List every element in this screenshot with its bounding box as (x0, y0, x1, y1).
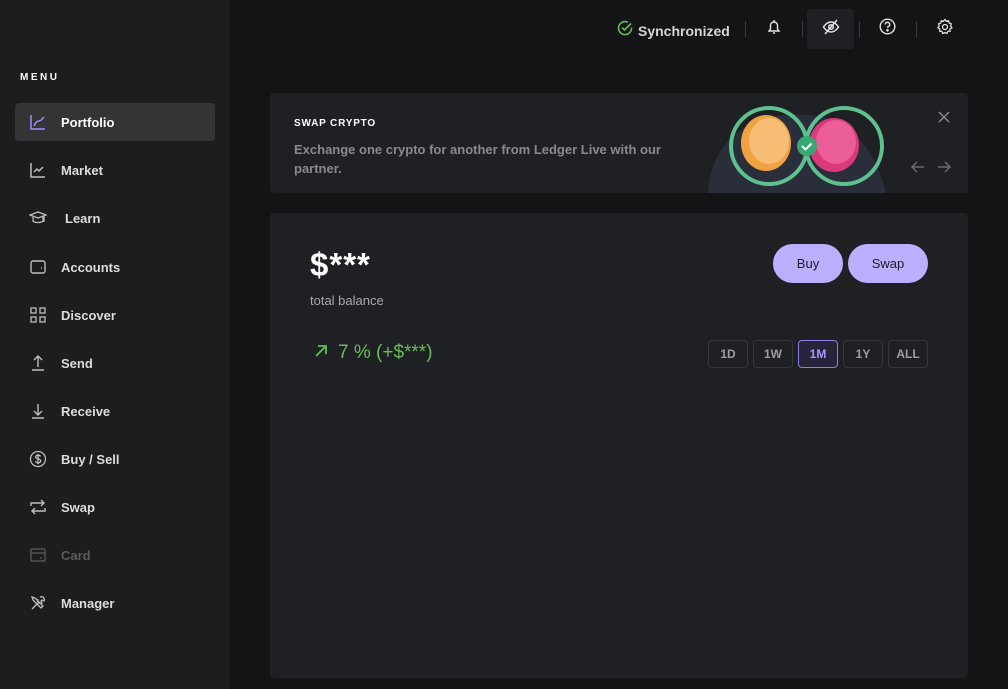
sidebar-item-label: Send (61, 355, 93, 371)
sidebar-item-label: Manager (61, 595, 115, 611)
sidebar-item-label: Portfolio (61, 114, 115, 130)
close-icon (938, 111, 950, 123)
arrow-up-right-icon (314, 342, 328, 364)
arrow-left-icon (910, 161, 924, 173)
bell-icon (766, 19, 782, 40)
grid-icon (29, 306, 47, 324)
range-1w-button[interactable]: 1W (753, 340, 793, 368)
divider (802, 21, 803, 37)
balance-change-value: 7 % (+$***) (338, 342, 433, 363)
swap-arrows-icon (29, 498, 47, 516)
banner-title: SWAP CRYPTO (294, 118, 376, 129)
sidebar-item-label: Buy / Sell (61, 451, 120, 467)
banner-next-button[interactable] (936, 160, 952, 174)
total-balance-value: $*** (310, 246, 371, 283)
wallet-icon (29, 258, 47, 276)
sidebar-item-portfolio[interactable]: Portfolio (15, 103, 215, 141)
swap-crypto-banner[interactable]: SWAP CRYPTO Exchange one crypto for anot… (270, 93, 968, 193)
sidebar-item-label: Discover (61, 307, 116, 323)
banner-prev-button[interactable] (910, 160, 926, 174)
sidebar-item-market[interactable]: Market (15, 151, 215, 189)
tools-icon (29, 594, 47, 612)
swap-coins-illustration (706, 93, 896, 193)
dollar-circle-icon (29, 450, 47, 468)
sidebar-item-manager[interactable]: Manager (15, 584, 215, 622)
portfolio-balance-card: $*** total balance 7 % (+$***) Buy Swap … (270, 213, 968, 678)
sidebar-nav: Portfolio Market Learn Accounts Discover… (15, 103, 215, 632)
total-balance-label: total balance (310, 293, 384, 308)
close-banner-button[interactable] (936, 109, 952, 125)
swap-button[interactable]: Swap (848, 244, 928, 283)
sidebar-item-swap[interactable]: Swap (15, 488, 215, 526)
graduation-cap-icon (29, 209, 47, 227)
sidebar-item-label: Receive (61, 403, 111, 419)
eye-off-icon (822, 18, 840, 41)
sidebar-item-label: Accounts (61, 259, 121, 275)
divider (859, 21, 860, 37)
sync-status[interactable]: Synchronized (617, 20, 730, 41)
market-chart-icon (29, 161, 47, 179)
balance-change: 7 % (+$***) (314, 342, 433, 364)
sidebar-item-accounts[interactable]: Accounts (15, 248, 215, 286)
check-circle-icon (617, 20, 633, 41)
sidebar-item-card[interactable]: Card (15, 536, 215, 574)
arrow-up-icon (29, 354, 47, 372)
sidebar-item-label: Card (61, 547, 91, 563)
divider (745, 21, 746, 37)
sidebar: MENU Portfolio Market Learn Accounts Dis… (0, 0, 230, 689)
card-icon (29, 546, 47, 564)
ledger-live-app: MENU Portfolio Market Learn Accounts Dis… (0, 0, 1008, 689)
range-1m-button[interactable]: 1M (798, 340, 838, 368)
help-button[interactable] (864, 9, 911, 49)
arrow-down-icon (29, 402, 47, 420)
sidebar-item-discover[interactable]: Discover (15, 296, 215, 334)
top-bar: Synchronized (230, 0, 1008, 58)
hide-balance-button[interactable] (807, 9, 854, 49)
gear-icon (936, 17, 954, 41)
sidebar-item-buy-sell[interactable]: Buy / Sell (15, 440, 215, 478)
sidebar-item-label: Market (61, 162, 103, 178)
time-range-selector: 1D 1W 1M 1Y ALL (708, 340, 928, 368)
portfolio-chart-icon (29, 113, 47, 131)
settings-button[interactable] (921, 9, 968, 49)
sidebar-item-label: Swap (61, 499, 95, 515)
sync-status-label: Synchronized (638, 22, 730, 39)
buy-button[interactable]: Buy (773, 244, 843, 283)
sidebar-item-label: Learn (65, 210, 101, 226)
arrow-right-icon (938, 161, 952, 173)
sidebar-item-receive[interactable]: Receive (15, 392, 215, 430)
range-1y-button[interactable]: 1Y (843, 340, 883, 368)
notifications-button[interactable] (750, 9, 797, 49)
range-1d-button[interactable]: 1D (708, 340, 748, 368)
sidebar-item-learn[interactable]: Learn (15, 199, 215, 237)
menu-title: MENU (20, 72, 60, 83)
banner-description: Exchange one crypto for another from Led… (294, 142, 661, 176)
sidebar-item-send[interactable]: Send (15, 344, 215, 382)
range-all-button[interactable]: ALL (888, 340, 928, 368)
help-circle-icon (879, 18, 896, 40)
divider (916, 21, 917, 37)
